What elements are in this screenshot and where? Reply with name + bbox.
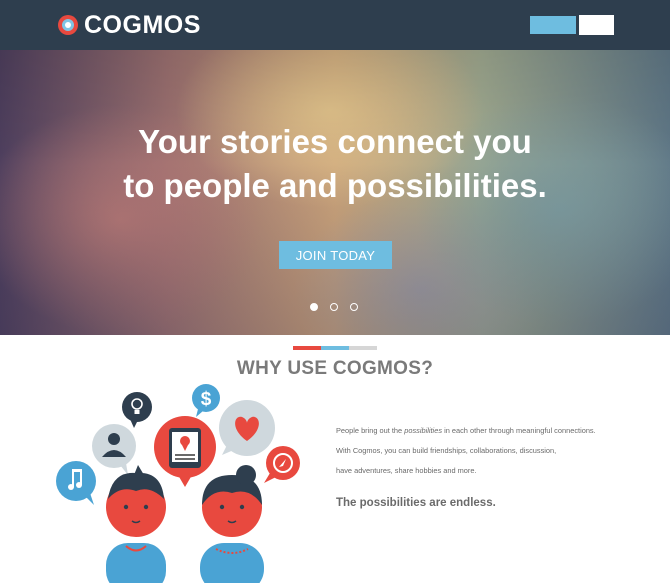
hero-headline: Your stories connect you to people and p… [0,120,670,208]
carousel-indicators [310,303,362,314]
divider-segment-blue [321,346,349,350]
music-note-icon [56,461,96,505]
description-line-1: People bring out the possibilities in ea… [336,421,656,441]
hero-headline-line-2: to people and possibilities. [123,167,547,204]
person-right [200,465,264,583]
description-line-3: have adventures, share hobbies and more. [336,466,477,475]
why-description: People bring out the possibilities in ea… [336,421,656,481]
description-line-2: With Cogmos, you can build friendships, … [336,446,557,455]
tagline: The possibilities are endless. [336,497,496,509]
top-navigation-bar: COGMOS [0,0,670,50]
heart-icon [219,400,275,456]
brand-name: COGMOS [84,10,201,39]
nav-button-blue[interactable] [530,16,576,34]
description-line-1-end: in each other through meaningful connect… [442,426,596,435]
carousel-dot-1[interactable] [310,303,318,311]
divider-segment-grey [349,346,377,350]
section-title: WHY USE COGMOS? [236,358,434,379]
join-today-button[interactable]: JOIN TODAY [279,241,392,269]
people-illustration: $ [56,384,300,583]
description-line-1-start: People bring out the [336,426,405,435]
carousel-dot-3[interactable] [350,303,358,311]
person-left [106,465,166,583]
dollar-icon: $ [192,384,220,417]
hero-banner: Your stories connect you to people and p… [0,50,670,335]
logo-ring-icon [58,15,78,35]
description-emphasis: possibilities [404,426,443,435]
nav-button-white[interactable] [579,15,614,35]
svg-text:$: $ [201,389,212,410]
map-pin-icon [154,416,216,487]
compass-icon [264,446,300,483]
carousel-dot-2[interactable] [330,303,338,311]
brand-logo[interactable]: COGMOS [58,11,201,39]
hero-headline-line-1: Your stories connect you [138,123,532,160]
user-icon [92,424,136,475]
lightbulb-icon [122,392,152,428]
section-divider [293,346,377,350]
divider-segment-red [293,346,321,350]
